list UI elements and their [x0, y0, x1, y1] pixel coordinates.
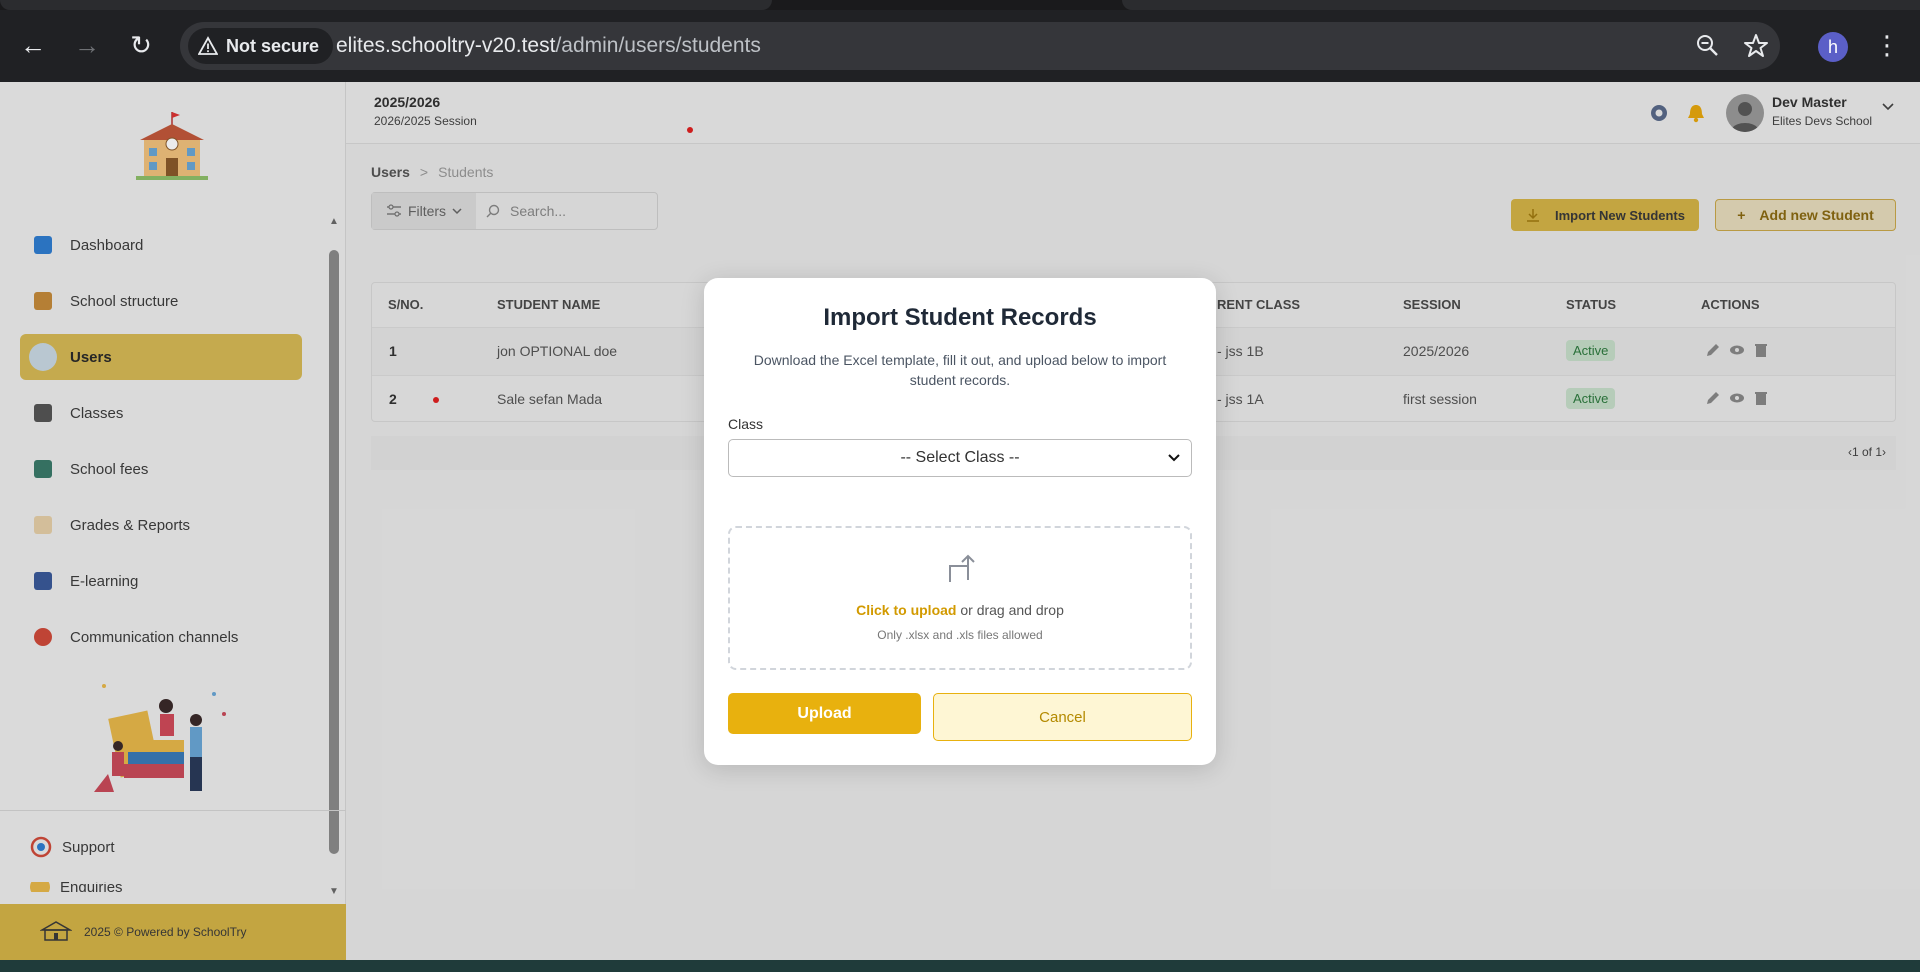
- os-taskbar: [0, 960, 1920, 972]
- drag-drop-text: or drag and drop: [956, 602, 1064, 618]
- security-chip[interactable]: Not secure: [188, 28, 334, 64]
- browser-menu-icon[interactable]: ⋮: [1872, 28, 1902, 62]
- dropzone-text: Click to upload or drag and drop: [730, 602, 1190, 618]
- import-modal: Import Student Records Download the Exce…: [704, 278, 1216, 765]
- browser-tab[interactable]: [0, 0, 772, 10]
- dropzone-hint: Only .xlsx and .xls files allowed: [877, 628, 1043, 642]
- warning-icon: [198, 36, 218, 55]
- security-label: Not secure: [226, 35, 320, 56]
- click-to-upload-link[interactable]: Click to upload: [856, 602, 956, 618]
- modal-title: Import Student Records: [823, 304, 1097, 331]
- url-text[interactable]: elites.schooltry-v20.test/admin/users/st…: [336, 34, 761, 58]
- reload-icon[interactable]: ↻: [124, 28, 158, 62]
- chevron-down-icon: [1168, 454, 1180, 462]
- class-label: Class: [728, 416, 764, 432]
- modal-description: Download the Excel template, fill it out…: [753, 352, 1167, 388]
- upload-icon: [949, 554, 975, 582]
- browser-chrome: ← → ↻ Not secure elites.schooltry-v20.te…: [0, 0, 1920, 82]
- browser-tab[interactable]: [1122, 0, 1920, 10]
- bookmark-star-icon[interactable]: [1742, 32, 1770, 60]
- tab-strip: [0, 0, 1920, 10]
- url-host: elites.schooltry-v20.test: [336, 34, 556, 57]
- profile-avatar[interactable]: h: [1818, 32, 1848, 62]
- zoom-icon[interactable]: [1694, 32, 1722, 60]
- cancel-button[interactable]: Cancel: [933, 693, 1192, 741]
- class-select[interactable]: -- Select Class --: [728, 439, 1192, 477]
- url-path: /admin/users/students: [555, 34, 761, 57]
- address-bar[interactable]: Not secure elites.schooltry-v20.test/adm…: [180, 22, 1780, 70]
- class-select-value: -- Select Class --: [900, 449, 1020, 466]
- back-icon[interactable]: ←: [16, 28, 50, 62]
- upload-button[interactable]: Upload: [728, 693, 921, 734]
- forward-icon[interactable]: →: [70, 28, 104, 62]
- file-dropzone[interactable]: Click to upload or drag and drop Only .x…: [728, 526, 1192, 670]
